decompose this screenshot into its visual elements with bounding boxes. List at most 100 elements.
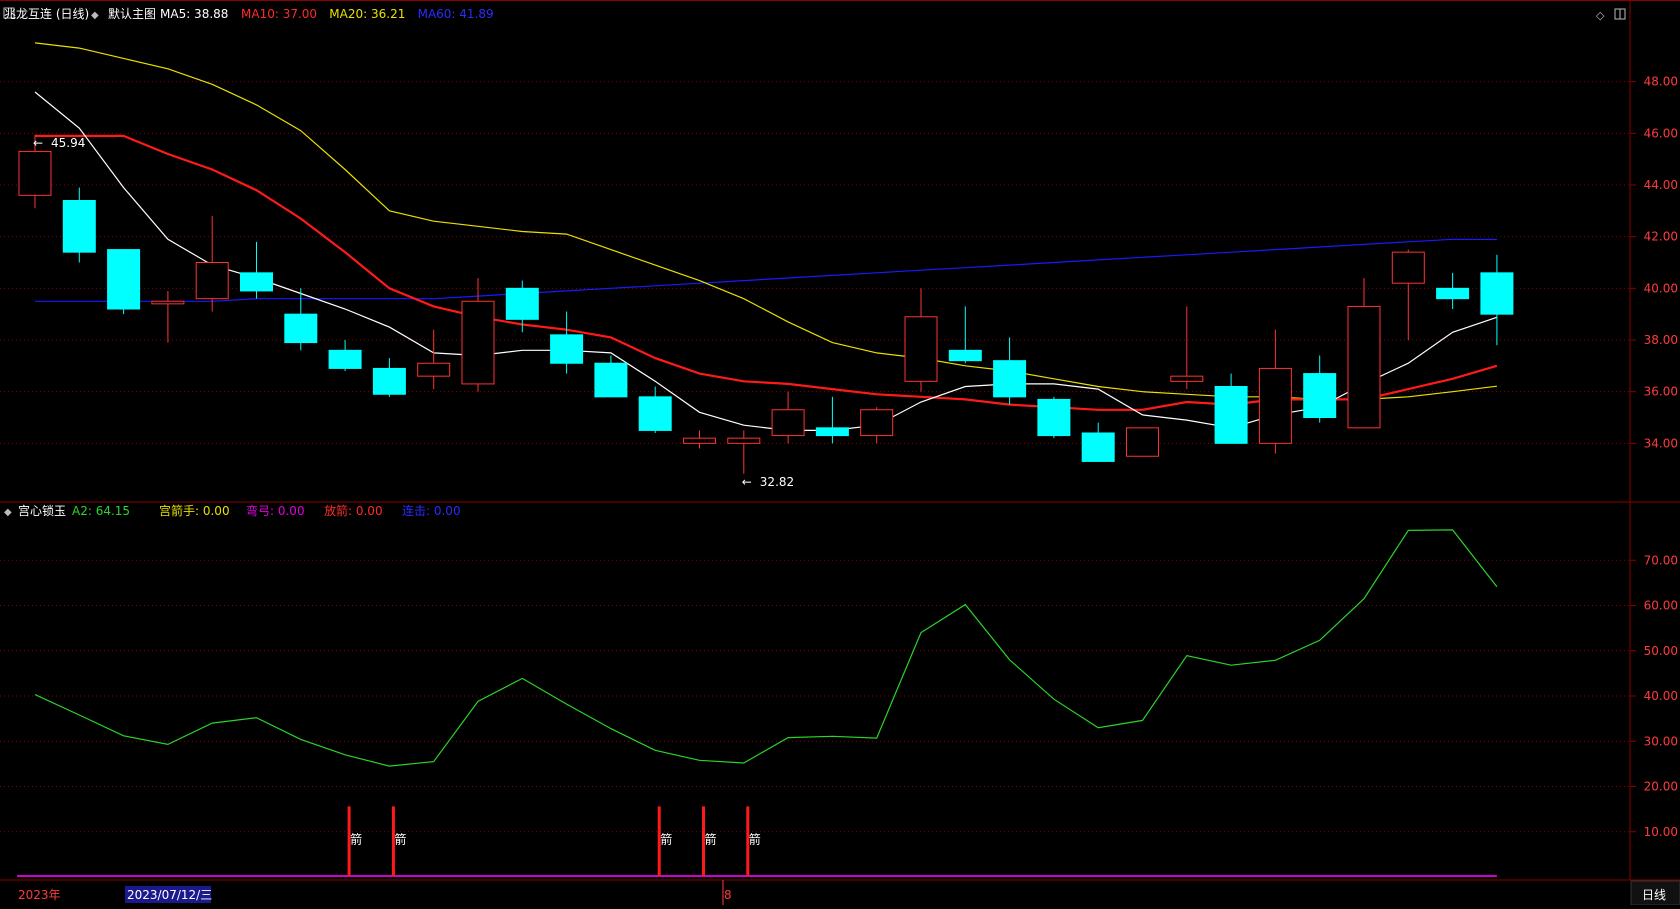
month-marker: 8 bbox=[724, 888, 732, 902]
indicator-legend: ◆ 宫心锁玉 A2: 64.15 宫箭手: 0.00 弯弓: 0.00 放箭: 0.0… bbox=[4, 503, 461, 518]
ma-legend-item: MA60: 41.89 bbox=[418, 7, 494, 21]
price-tick-label: 48.00 bbox=[1644, 75, 1678, 89]
candle-body-up bbox=[727, 437, 761, 444]
candle[interactable] bbox=[771, 391, 805, 444]
candle[interactable] bbox=[1126, 427, 1159, 457]
candle[interactable] bbox=[550, 311, 584, 374]
candle[interactable] bbox=[1347, 278, 1381, 429]
candle[interactable] bbox=[372, 358, 406, 397]
candle[interactable] bbox=[594, 355, 628, 398]
candle[interactable] bbox=[815, 396, 849, 444]
indicator-tick-label: 60.00 bbox=[1644, 599, 1678, 613]
candle-body-down bbox=[240, 272, 273, 292]
period-button-label[interactable]: 日线 bbox=[1642, 888, 1666, 902]
candle[interactable] bbox=[62, 187, 96, 263]
candle[interactable] bbox=[1258, 329, 1292, 454]
candle[interactable] bbox=[195, 216, 229, 312]
indicator-legend-item: 放箭: 0.00 bbox=[324, 503, 383, 518]
indicator-line-a2 bbox=[34, 529, 1498, 767]
price-annotation: 45.94 bbox=[51, 136, 85, 150]
indicator-legend-item: A2: 64.15 bbox=[72, 504, 130, 518]
candle[interactable] bbox=[240, 241, 273, 299]
arrow-signal: 箭 bbox=[702, 806, 717, 876]
ma-legend: MA5: 38.88 MA10: 37.00 MA20: 36.21 MA60: 41… bbox=[160, 7, 494, 21]
indicator-tick-label: 40.00 bbox=[1644, 689, 1678, 703]
candle-body-up bbox=[1126, 427, 1159, 457]
candle[interactable] bbox=[948, 306, 982, 364]
indicator-tick-label: 20.00 bbox=[1644, 780, 1678, 794]
candle-body-up bbox=[1170, 375, 1204, 382]
candle[interactable] bbox=[1436, 272, 1470, 309]
price-axis: 34.00 36.00 38.00 40.00 42.00 44.00 46.00 48.00 bbox=[1630, 75, 1678, 450]
indicator-collapse-icon[interactable]: ◆ bbox=[4, 507, 12, 518]
candle[interactable] bbox=[417, 329, 451, 390]
chart-canvas: 34.00 36.00 38.00 40.00 42.00 44.00 46.00 48.00… bbox=[0, 0, 1680, 906]
window-controls: ◇ bbox=[1596, 8, 1626, 22]
candle[interactable] bbox=[727, 430, 761, 474]
candle-body-down bbox=[550, 334, 584, 364]
candle-body-up bbox=[195, 262, 229, 300]
arrow-signal-label: 箭 bbox=[394, 832, 406, 847]
candle-body-down bbox=[284, 313, 318, 344]
year-label: 2023年 bbox=[18, 888, 61, 902]
candle-body-down bbox=[638, 396, 672, 431]
arrow-signal: 箭 bbox=[657, 806, 672, 876]
candle-body-up bbox=[771, 409, 805, 437]
indicator-tick-label: 10.00 bbox=[1644, 825, 1678, 839]
candle-body-up bbox=[461, 300, 495, 385]
arrow-signal: 箭 bbox=[391, 806, 406, 876]
arrow-signal-label: 箭 bbox=[749, 832, 761, 847]
candle-body-down bbox=[505, 287, 539, 320]
candle[interactable] bbox=[1081, 422, 1115, 462]
candle-body-up bbox=[860, 409, 894, 437]
candle-body-up bbox=[417, 362, 451, 377]
candle-body-down bbox=[993, 360, 1027, 398]
candle[interactable] bbox=[1303, 355, 1337, 423]
candle-body-down bbox=[1037, 398, 1071, 437]
candle[interactable] bbox=[993, 337, 1027, 405]
indicator-axis: 10.00 20.00 30.00 40.00 50.00 60.00 70.00 bbox=[1630, 553, 1678, 839]
candle-body-up bbox=[18, 150, 52, 196]
candle-body-up bbox=[683, 437, 716, 444]
collapse-icon[interactable]: ◆ bbox=[91, 10, 99, 21]
candle[interactable] bbox=[1391, 249, 1425, 340]
candle-body-down bbox=[594, 362, 628, 398]
annotation-arrow-icon: ← bbox=[742, 475, 752, 489]
diamond-icon[interactable]: ◇ bbox=[1596, 9, 1605, 22]
price-tick-label: 46.00 bbox=[1644, 126, 1678, 140]
stock-chart-window: 34.00 36.00 38.00 40.00 42.00 44.00 46.00 48.00… bbox=[0, 0, 1680, 906]
candle[interactable] bbox=[638, 386, 672, 434]
candle[interactable] bbox=[1214, 373, 1248, 444]
candle[interactable] bbox=[860, 407, 894, 444]
main-legend: 兆龙互连 (日线) ◆ 默认主图 MA5: 38.88 MA10: 37.00 MA… bbox=[3, 6, 494, 21]
indicator-tick-label: 70.00 bbox=[1644, 553, 1678, 567]
stock-title: 兆龙互连 (日线) bbox=[4, 6, 89, 21]
time-axis: 2023年 2023/07/12/三 8 日线 bbox=[18, 880, 1680, 906]
indicator-legend-item: 连击: 0.00 bbox=[402, 503, 461, 518]
candle[interactable] bbox=[1037, 396, 1071, 439]
candle[interactable] bbox=[1170, 306, 1204, 390]
candle[interactable] bbox=[1480, 254, 1514, 346]
arrow-signals: 箭箭箭箭箭 bbox=[347, 806, 761, 876]
indicator-tick-label: 30.00 bbox=[1644, 734, 1678, 748]
candle[interactable] bbox=[151, 290, 185, 343]
price-annotation: 32.82 bbox=[760, 475, 794, 489]
ma-legend-item: MA20: 36.21 bbox=[329, 7, 405, 21]
candle[interactable] bbox=[328, 340, 362, 371]
candle-body-down bbox=[815, 427, 849, 437]
indicator-name[interactable]: 宫心锁玉 bbox=[18, 503, 66, 518]
main-chart-label[interactable]: 默认主图 bbox=[108, 6, 156, 21]
candle-body-down bbox=[1303, 373, 1337, 419]
arrow-signal-label: 箭 bbox=[705, 832, 717, 847]
candlesticks bbox=[18, 134, 1514, 474]
candle-body-up bbox=[151, 300, 185, 305]
ma-legend-item: MA10: 37.00 bbox=[241, 7, 317, 21]
indicator-legend-item: 弯弓: 0.00 bbox=[246, 503, 305, 518]
main-grid bbox=[0, 81, 1630, 444]
candle[interactable] bbox=[904, 288, 938, 392]
indicator-values: A2: 64.15 宫箭手: 0.00 弯弓: 0.00 放箭: 0.00 连击: 0.… bbox=[72, 503, 461, 518]
candle[interactable] bbox=[683, 430, 716, 449]
candle[interactable] bbox=[505, 280, 539, 333]
candle[interactable] bbox=[107, 249, 141, 315]
indicator-grid bbox=[0, 559, 1630, 833]
